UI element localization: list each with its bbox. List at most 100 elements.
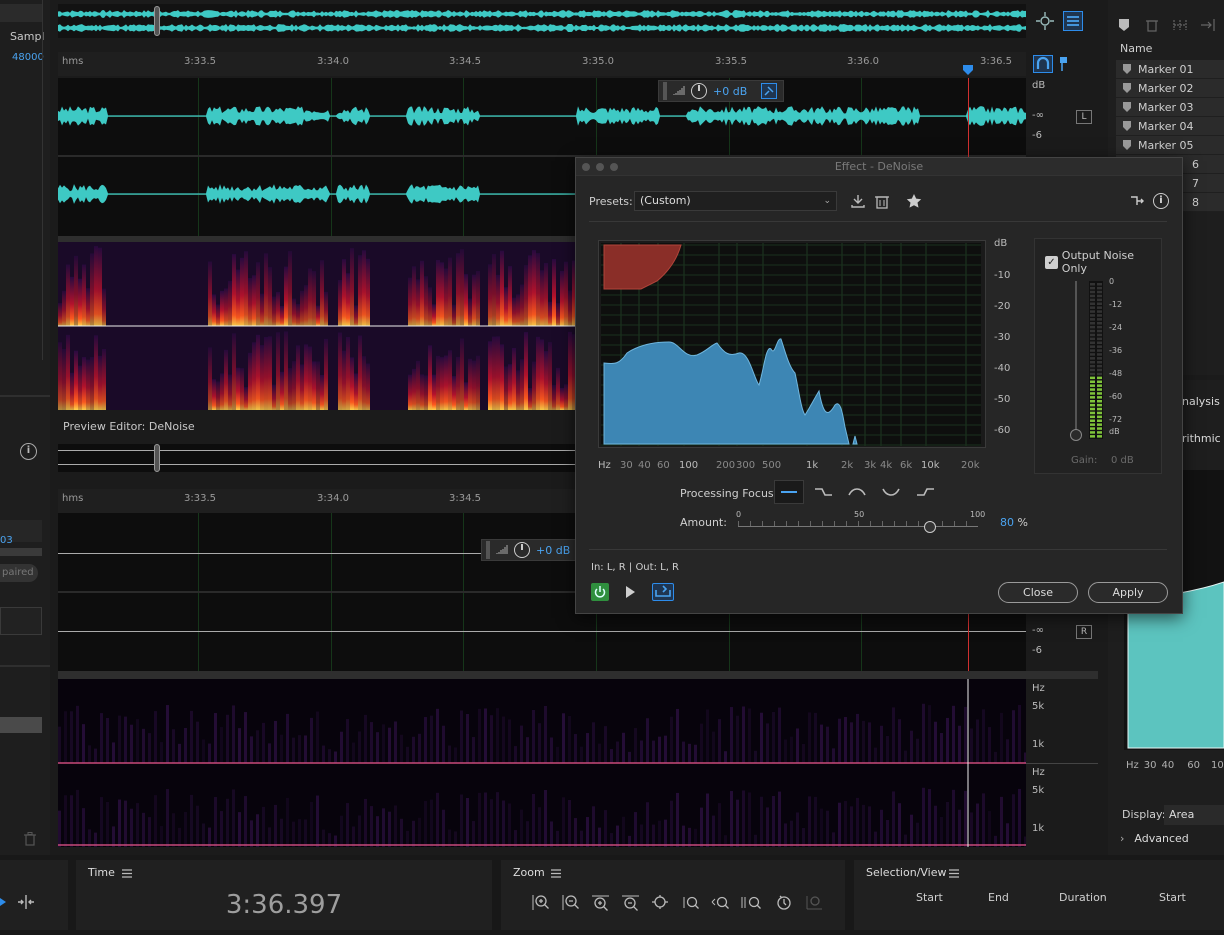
amount-slider-thumb[interactable] [924,521,936,533]
left-field[interactable] [0,4,42,22]
zoom-spectral-icon[interactable] [805,894,824,911]
merge-icon[interactable] [1172,18,1188,32]
trash-icon[interactable] [1146,18,1158,32]
snap-icon[interactable] [1033,55,1053,73]
resize-handle[interactable] [58,671,1098,679]
panel-menu-icon[interactable] [949,868,959,878]
volume-hud-bottom[interactable]: +0 dB [481,539,577,561]
focus-mid-button[interactable] [846,483,868,501]
sample-rate-header: Sampl [10,30,45,43]
panel-menu-icon[interactable] [551,868,561,878]
spectrogram-bottom[interactable] [58,679,1027,847]
insert-icon[interactable] [1200,18,1216,32]
zoom-selection-right-icon[interactable] [741,894,764,911]
marker-row[interactable]: Marker 02 [1116,79,1224,98]
marker-row[interactable]: Marker 04 [1116,117,1224,136]
loop-icon [655,585,671,597]
zoom-out-amplitude-icon[interactable] [561,894,580,911]
noise-profile-graph[interactable] [598,240,986,448]
preview-overview[interactable] [58,444,578,472]
amount-value[interactable]: 80 % [1000,516,1028,529]
volume-knob-icon[interactable] [691,83,707,99]
zoom-fit-icon[interactable] [1036,12,1054,30]
preview-viewport-handle[interactable] [154,444,160,472]
scale-tick: 50 [854,510,865,519]
marker-row[interactable]: Marker 03 [1116,98,1224,117]
zoom-out-time-icon[interactable] [621,894,640,911]
time-display[interactable]: 3:36.397 [76,890,492,920]
info-icon[interactable]: i [1153,193,1169,209]
checkbox-checked-icon: ✓ [1045,255,1058,269]
overview-strip[interactable] [58,4,1026,38]
skip-icon[interactable] [0,896,8,908]
time-ruler-top[interactable]: hms 3:33.5 3:34.0 3:34.5 3:35.0 3:35.5 3… [58,52,1026,76]
focus-low-button[interactable] [812,483,834,501]
column-duration: Duration [1059,891,1107,904]
split-icon[interactable] [16,894,36,910]
gain-slider-track[interactable] [1075,281,1077,431]
play-preview-button[interactable] [623,585,637,599]
column-name[interactable]: Name [1120,42,1152,55]
flat-line-icon [781,491,797,493]
power-toggle-button[interactable] [591,583,609,601]
left-input[interactable] [0,607,42,635]
marker-row[interactable]: Marker 01 [1116,60,1224,79]
pin-icon[interactable] [761,83,777,99]
zoom-in-amplitude-icon[interactable] [531,894,550,911]
delete-preset-icon[interactable] [875,193,889,209]
save-preset-icon[interactable] [850,193,866,209]
close-button[interactable]: Close [998,582,1078,603]
scale-dropdown[interactable]: rithmic [1182,432,1221,445]
info-icon[interactable]: i [20,443,37,460]
routing-icon[interactable] [1129,194,1145,208]
dialog-titlebar[interactable]: Effect - DeNoise [576,158,1182,176]
channel-r-badge[interactable]: R [1076,625,1092,639]
playhead-marker-icon[interactable] [962,64,974,76]
hud-grip[interactable] [663,82,667,100]
spectrogram-top[interactable] [58,242,578,410]
level-meter [1089,281,1103,439]
scroll-track[interactable] [0,548,42,556]
paired-chip[interactable]: paired [0,564,38,582]
meter-tick: -36 [1109,346,1123,355]
zoom-selection-left-icon[interactable] [711,894,730,911]
zoom-in-time-icon[interactable] [591,894,610,911]
amount-slider[interactable] [738,521,978,533]
zoom-out-full-icon[interactable] [651,894,670,911]
selected-row[interactable] [0,717,42,733]
focus-high-button[interactable] [914,483,936,501]
amount-label: Amount: [680,516,727,529]
volume-value[interactable]: +0 dB [713,85,747,98]
volume-knob-icon[interactable] [514,542,530,558]
zoom-to-selection-icon[interactable] [681,894,700,911]
presets-dropdown[interactable]: (Custom) ⌄ [634,191,837,211]
favorite-star-icon[interactable] [906,193,922,209]
panel-menu-icon[interactable] [122,868,132,878]
trash-icon[interactable] [24,832,36,846]
focus-all-button[interactable] [774,480,804,504]
output-noise-only-checkbox[interactable]: ✓ Output Noise Only [1045,249,1161,275]
divider [589,221,1167,222]
marker-row[interactable]: Marker 05 [1116,136,1224,155]
channel-l-badge[interactable]: L [1076,110,1092,124]
overview-viewport-handle[interactable] [154,6,160,36]
gain-slider-thumb[interactable] [1070,429,1082,441]
volume-hud-top[interactable]: +0 dB [658,80,784,102]
focus-notch-button[interactable] [880,483,902,501]
volume-value[interactable]: +0 dB [536,544,570,557]
checkbox-label: Output Noise Only [1061,249,1135,275]
axis-tick: 10k [921,460,940,471]
hud-grip[interactable] [486,541,490,559]
display-dropdown[interactable]: Area [1164,805,1224,825]
marker-pin-icon[interactable] [1056,56,1070,72]
apply-button[interactable]: Apply [1088,582,1168,603]
axis-tick: 500 [762,460,782,471]
advanced-toggle[interactable]: › Advanced [1120,832,1189,845]
column-end: End [988,891,1009,904]
notch-icon [882,488,900,496]
zoom-reset-icon[interactable] [775,894,794,911]
marker-add-icon[interactable] [1118,18,1130,32]
level-meter-bars [1090,283,1102,438]
loop-preview-button[interactable] [652,583,674,601]
spectral-toggle-icon[interactable] [1063,11,1083,31]
